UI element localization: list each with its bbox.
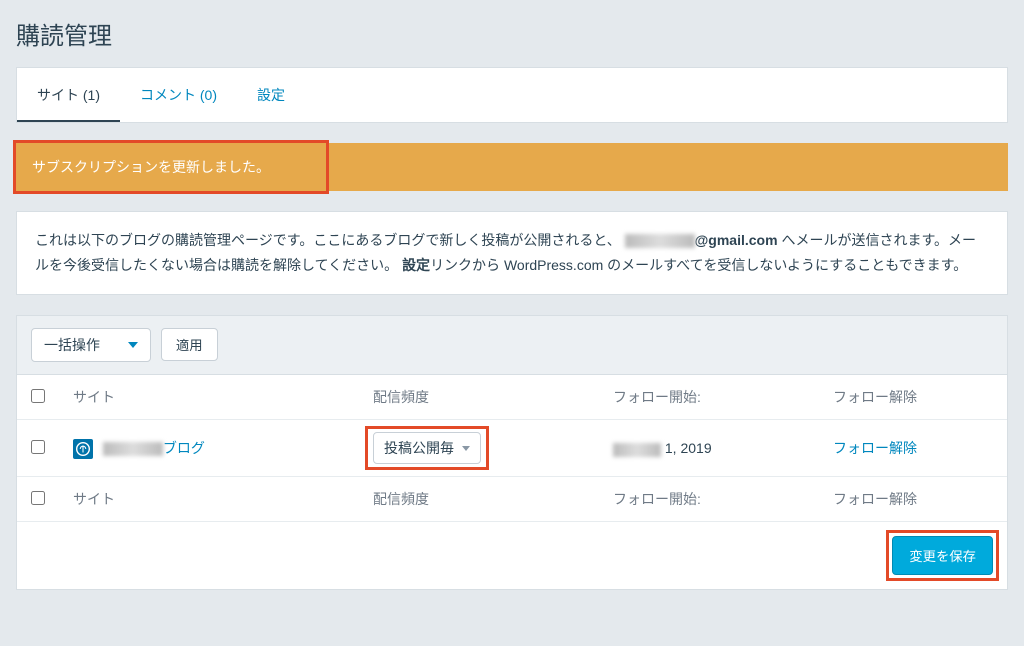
col-site: サイト: [59, 375, 359, 420]
description-part1: これは以下のブログの購読管理ページです。ここにあるブログで新しく投稿が公開される…: [35, 232, 621, 248]
col-unfollow: フォロー解除: [819, 375, 1007, 420]
redacted-date-prefix: [613, 443, 661, 457]
table-row: ブログ 投稿公開毎 1, 2019 フォロー解除: [17, 420, 1007, 477]
success-notice: サブスクリプションを更新しました。: [16, 143, 1008, 191]
subscription-table: サイト 配信頻度 フォロー開始: フォロー解除 ブログ: [17, 375, 1007, 522]
col-unfollow-bottom: フォロー解除: [819, 477, 1007, 522]
email-suffix: @gmail.com: [695, 232, 778, 248]
page-title: 購読管理: [16, 16, 1008, 51]
followed-date-suffix: 1, 2019: [661, 440, 712, 456]
settings-inline-bold: 設定: [402, 257, 430, 273]
wordpress-icon: [73, 439, 93, 459]
description-card: これは以下のブログの購読管理ページです。ここにあるブログで新しく投稿が公開される…: [16, 211, 1008, 295]
tabs: サイト (1) コメント (0) 設定: [16, 67, 1008, 123]
table-footer-row: サイト 配信頻度 フォロー開始: フォロー解除: [17, 477, 1007, 522]
annotation-highlight-save: 変更を保存: [892, 536, 993, 575]
annotation-highlight-frequency: 投稿公開毎: [373, 432, 481, 464]
col-frequency: 配信頻度: [359, 375, 599, 420]
tab-comments[interactable]: コメント (0): [120, 68, 237, 122]
bulk-action-bar: 一括操作 適用: [17, 316, 1007, 375]
row-checkbox[interactable]: [31, 440, 45, 454]
frequency-select[interactable]: 投稿公開毎: [373, 432, 481, 464]
footer-bar: 変更を保存: [17, 522, 1007, 589]
table-header-row: サイト 配信頻度 フォロー開始: フォロー解除: [17, 375, 1007, 420]
col-frequency-bottom: 配信頻度: [359, 477, 599, 522]
description-part3: リンクから WordPress.com のメールすべてを受信しないようにすること…: [430, 257, 967, 273]
redacted-email-prefix: [625, 234, 695, 248]
redacted-site-name: [103, 442, 163, 456]
subscription-list-card: 一括操作 適用 サイト 配信頻度 フォロー開始: フォロー解除: [16, 315, 1008, 590]
chevron-down-icon: [128, 342, 138, 348]
col-site-bottom: サイト: [59, 477, 359, 522]
unfollow-link[interactable]: フォロー解除: [833, 440, 917, 456]
chevron-down-icon: [462, 446, 470, 451]
tab-settings[interactable]: 設定: [237, 68, 305, 122]
bulk-apply-button[interactable]: 適用: [161, 328, 218, 361]
tab-sites[interactable]: サイト (1): [17, 68, 120, 122]
notice-text: サブスクリプションを更新しました。: [32, 159, 270, 175]
bulk-action-select[interactable]: 一括操作: [31, 328, 151, 362]
select-all-checkbox-bottom[interactable]: [31, 491, 45, 505]
bulk-action-label: 一括操作: [44, 335, 100, 355]
frequency-value: 投稿公開毎: [384, 438, 454, 458]
site-link[interactable]: ブログ: [103, 440, 205, 456]
site-name-suffix: ブログ: [163, 440, 205, 456]
select-all-checkbox[interactable]: [31, 389, 45, 403]
col-followed-bottom: フォロー開始:: [599, 477, 819, 522]
col-followed: フォロー開始:: [599, 375, 819, 420]
save-changes-button[interactable]: 変更を保存: [892, 536, 993, 575]
